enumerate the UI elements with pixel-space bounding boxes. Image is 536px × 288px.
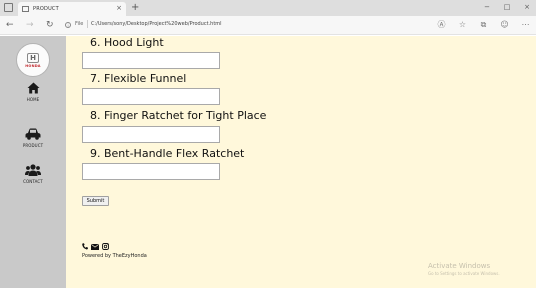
forward-button[interactable]: → [26,19,34,31]
address-url[interactable]: C:/Users/sony/Desktop/Project%20web/Prod… [91,21,222,27]
question-label: 9. Bent-Handle Flex Ratchet [90,147,245,160]
users-icon [25,164,41,176]
window-menu-icon[interactable] [4,3,13,12]
address-bar-row: ← → ↻ i File C:/Users/sony/Desktop/Proje… [0,16,536,35]
tab-close-icon[interactable]: × [116,4,122,13]
browser-tab[interactable]: PRODUCT × [18,2,126,16]
page-icon [22,6,29,12]
sidebar-item-label: PRODUCT [22,143,44,148]
info-icon[interactable]: i [65,22,71,28]
submit-button[interactable]: Submit [82,196,109,206]
main-content: 6. Hood Light 7. Flexible Funnel 8. Fing… [66,36,536,288]
question-label: 6. Hood Light [90,36,164,49]
social-links [82,235,109,254]
maximize-button[interactable]: □ [502,2,512,12]
honda-emblem-icon: H [27,52,39,63]
car-icon [25,128,41,140]
answer-field[interactable] [82,52,220,69]
answer-field[interactable] [82,88,220,105]
collections-icon[interactable]: ⧉ [479,20,488,30]
honda-wordmark: HONDA [25,63,41,68]
sidebar-item-contact[interactable]: CONTACT [0,164,66,184]
sidebar-item-label: CONTACT [23,179,43,184]
phone-icon[interactable] [82,235,88,254]
watermark-subtitle: Go to Settings to activate Windows. [428,271,500,276]
windows-activation-watermark: Activate Windows Go to Settings to activ… [428,262,500,276]
back-button[interactable]: ← [6,19,14,31]
sidebar-item-home[interactable]: HOME [0,82,66,102]
mail-icon[interactable] [91,235,99,254]
sidebar-item-label: HOME [26,97,40,102]
honda-logo: H HONDA [16,43,50,77]
close-window-button[interactable]: × [522,2,532,12]
minimize-button[interactable]: − [482,2,492,12]
sidebar-item-product[interactable]: PRODUCT [0,128,66,148]
profile-icon[interactable]: ☺ [500,20,509,30]
answer-field[interactable] [82,163,220,180]
browser-tab-strip: PRODUCT × + − □ × [0,0,536,16]
new-tab-button[interactable]: + [131,2,139,13]
sidebar: H HONDA HOME PRODUCT CONTACT [0,36,66,288]
tab-title: PRODUCT [33,6,59,12]
answer-field[interactable] [82,126,220,143]
home-icon [27,82,40,94]
address-file-label: File [75,21,84,27]
address-divider [87,20,88,28]
favorites-icon[interactable]: ☆ [458,20,467,30]
browser-toolbar: Ⓐ ☆ ⧉ ☺ ⋯ [437,20,530,30]
read-aloud-icon[interactable]: Ⓐ [437,20,446,30]
window-controls: − □ × [482,2,532,12]
powered-by-text: Powered by TheEzyHonda [82,253,147,259]
question-label: 7. Flexible Funnel [90,72,187,85]
question-label: 8. Finger Ratchet for Tight Place [90,109,267,122]
reload-button[interactable]: ↻ [46,19,54,31]
instagram-icon[interactable] [102,235,109,254]
more-icon[interactable]: ⋯ [521,20,530,30]
watermark-title: Activate Windows [428,262,491,270]
